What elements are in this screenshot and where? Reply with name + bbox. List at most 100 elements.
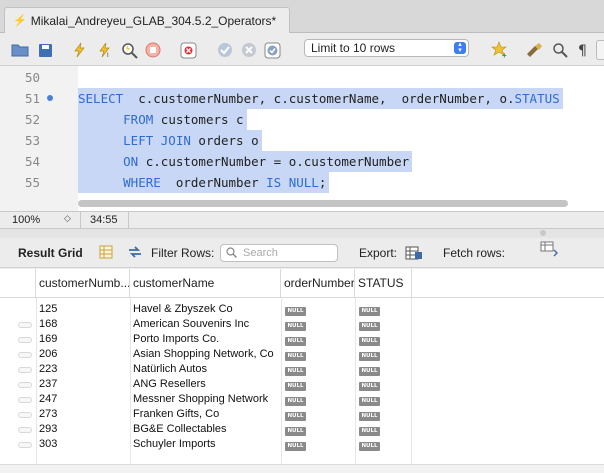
cell-customername[interactable]: Messner Shopping Network [133, 392, 278, 407]
cell-ordernumber[interactable]: NULL [285, 377, 335, 392]
add-snippet-icon[interactable]: + [490, 40, 510, 60]
cell-status[interactable]: NULL [359, 332, 409, 347]
grid-view-icon[interactable] [99, 245, 113, 262]
explain-icon[interactable] [119, 40, 139, 60]
pane-splitter[interactable] [0, 229, 604, 238]
cell-ordernumber[interactable]: NULL [285, 407, 335, 422]
sql-editor[interactable]: 50 51 SELECT c.customerNumber, c.customerN… [0, 66, 604, 211]
refresh-icon[interactable] [127, 245, 143, 262]
table-row[interactable]: 303 Schuyler Imports NULL NULL [0, 437, 604, 452]
code-line[interactable]: 51 SELECT c.customerNumber, c.customerNam… [0, 88, 604, 109]
column-header-customername[interactable]: customerName [130, 269, 281, 297]
limit-rows-select[interactable]: Limit to 10 rows ▴ ▾ [304, 39, 469, 57]
row-selector[interactable] [18, 427, 32, 433]
cell-status[interactable]: NULL [359, 302, 409, 317]
cell-ordernumber[interactable]: NULL [285, 437, 335, 452]
stop-icon[interactable] [143, 40, 163, 60]
cell-ordernumber[interactable]: NULL [285, 422, 335, 437]
cell-customernumber[interactable]: 223 [39, 362, 127, 377]
row-selector[interactable] [18, 367, 32, 373]
toggle-error-icon[interactable] [178, 40, 198, 60]
export-icon[interactable] [405, 244, 423, 263]
cell-customernumber[interactable]: 273 [39, 407, 127, 422]
cell-status[interactable]: NULL [359, 407, 409, 422]
splitter-handle[interactable] [540, 230, 546, 236]
cell-customernumber[interactable]: 293 [39, 422, 127, 437]
table-row[interactable]: 293 BG&E Collectables NULL NULL [0, 422, 604, 437]
code-line[interactable]: 54 ON c.customerNumber = o.customerNumbe… [0, 151, 604, 172]
table-row[interactable]: 169 Porto Imports Co. NULL NULL [0, 332, 604, 347]
cell-status[interactable]: NULL [359, 392, 409, 407]
cell-customername[interactable]: Porto Imports Co. [133, 332, 278, 347]
execute-icon[interactable] [70, 40, 90, 60]
cell-customernumber[interactable]: 237 [39, 377, 127, 392]
code-line[interactable]: 55 WHERE orderNumber IS NULL; [0, 172, 604, 193]
cell-customername[interactable]: Asian Shopping Network, Co [133, 347, 278, 362]
table-row[interactable]: 206 Asian Shopping Network, Co NULL NULL [0, 347, 604, 362]
save-icon[interactable] [35, 40, 55, 60]
table-row[interactable]: 223 Natürlich Autos NULL NULL [0, 362, 604, 377]
editor-horizontal-scrollbar[interactable] [78, 200, 568, 207]
cell-customername[interactable]: Schuyler Imports [133, 437, 278, 452]
fetch-rows-icon[interactable] [540, 241, 558, 260]
rollback-icon[interactable] [239, 40, 259, 60]
cell-ordernumber[interactable]: NULL [285, 332, 335, 347]
cell-ordernumber[interactable]: NULL [285, 302, 335, 317]
result-grid-label[interactable]: Result Grid [18, 246, 83, 260]
column-header-ordernumber[interactable]: orderNumber [281, 269, 355, 297]
cell-customername[interactable]: American Souvenirs Inc [133, 317, 278, 332]
column-header-customernumber[interactable]: customerNumb... [36, 269, 130, 297]
commit-icon[interactable] [215, 40, 235, 60]
cell-customernumber[interactable]: 168 [39, 317, 127, 332]
table-row[interactable]: 273 Franken Gifts, Co NULL NULL [0, 407, 604, 422]
table-row[interactable]: 247 Messner Shopping Network NULL NULL [0, 392, 604, 407]
table-row[interactable]: 237 ANG Resellers NULL NULL [0, 377, 604, 392]
cell-ordernumber[interactable]: NULL [285, 347, 335, 362]
autocommit-icon[interactable] [262, 40, 282, 60]
cell-customername[interactable]: Havel & Zbyszek Co [133, 302, 278, 317]
cell-status[interactable]: NULL [359, 347, 409, 362]
row-selector[interactable] [18, 337, 32, 343]
cell-customernumber[interactable]: 247 [39, 392, 127, 407]
query-tab[interactable]: ⚡ Mikalai_Andreyeu_GLAB_304.5.2_Operator… [4, 7, 290, 33]
code-line[interactable]: 50 [0, 67, 604, 88]
row-selector[interactable] [18, 352, 32, 358]
result-grid[interactable]: customerNumb... customerName orderNumber… [0, 269, 604, 473]
row-selector[interactable] [18, 382, 32, 388]
cell-customername[interactable]: Franken Gifts, Co [133, 407, 278, 422]
column-header-status[interactable]: STATUS [355, 269, 412, 297]
null-badge: NULL [359, 307, 380, 316]
open-folder-icon[interactable] [10, 40, 30, 60]
filter-search-input[interactable]: Search [220, 244, 338, 262]
zoom-level[interactable]: 100% [12, 214, 40, 226]
cell-customernumber[interactable]: 303 [39, 437, 127, 452]
cell-customernumber[interactable]: 206 [39, 347, 127, 362]
cell-customernumber[interactable]: 125 [39, 302, 127, 317]
cell-status[interactable]: NULL [359, 377, 409, 392]
table-row[interactable]: 168 American Souvenirs Inc NULL NULL [0, 317, 604, 332]
cell-customername[interactable]: ANG Resellers [133, 377, 278, 392]
toolbar-overflow[interactable] [596, 40, 604, 60]
cell-status[interactable]: NULL [359, 362, 409, 377]
cell-customername[interactable]: Natürlich Autos [133, 362, 278, 377]
cell-status[interactable]: NULL [359, 317, 409, 332]
table-row[interactable]: 125 Havel & Zbyszek Co NULL NULL [0, 302, 604, 317]
invisible-chars-icon[interactable]: ¶ [574, 40, 594, 60]
cell-status[interactable]: NULL [359, 437, 409, 452]
code-line[interactable]: 53 LEFT JOIN orders o [0, 130, 604, 151]
beautify-icon[interactable] [524, 40, 544, 60]
zoom-stepper-icon[interactable]: ◇ [64, 213, 71, 224]
row-selector[interactable] [18, 442, 32, 448]
cell-status[interactable]: NULL [359, 422, 409, 437]
cell-customernumber[interactable]: 169 [39, 332, 127, 347]
cell-ordernumber[interactable]: NULL [285, 392, 335, 407]
find-icon[interactable] [550, 40, 570, 60]
row-selector[interactable] [18, 412, 32, 418]
cell-customername[interactable]: BG&E Collectables [133, 422, 278, 437]
execute-current-icon[interactable]: I [95, 40, 115, 60]
cell-ordernumber[interactable]: NULL [285, 317, 335, 332]
cell-ordernumber[interactable]: NULL [285, 362, 335, 377]
row-selector[interactable] [18, 397, 32, 403]
code-line[interactable]: 52 FROM customers c [0, 109, 604, 130]
row-selector[interactable] [18, 322, 32, 328]
